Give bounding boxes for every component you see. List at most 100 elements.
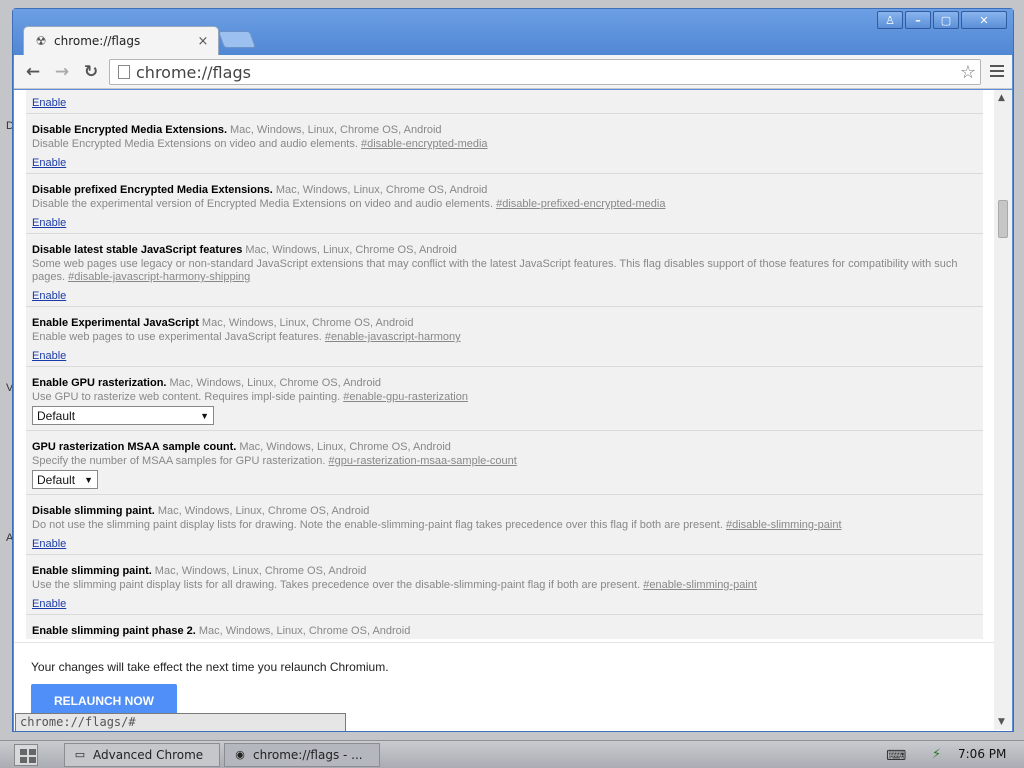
folder-icon: ▭ [74, 748, 86, 761]
select-value: Default [37, 408, 76, 423]
tab-close-button[interactable]: × [196, 34, 210, 49]
flag-description: Enable web pages to use experimental Jav… [32, 331, 977, 344]
keyboard-icon[interactable]: ⌨ [886, 748, 906, 764]
flag-description: Use GPU to rasterize web content. Requir… [32, 391, 977, 404]
flag-description-text: Do not use the slimming paint display li… [32, 519, 723, 531]
grid-icon [20, 749, 27, 755]
bookmark-star-icon[interactable]: ☆ [960, 62, 976, 83]
taskbar-item-chrome-flags[interactable]: ◉ chrome://flags - ... [224, 743, 380, 767]
flag-anchor-link[interactable]: #disable-javascript-harmony-shipping [68, 271, 250, 283]
flag-platforms: Mac, Windows, Linux, Chrome OS, Android [198, 625, 411, 637]
chevron-down-icon: ▼ [200, 410, 209, 421]
flag-title: Disable latest stable JavaScript feature… [32, 244, 243, 256]
flag-enable-link[interactable]: Enable [32, 97, 66, 109]
task-label: Advanced Chrome [93, 748, 204, 762]
user-icon[interactable]: ♙ [877, 11, 903, 29]
title-bar[interactable]: ♙ – ▢ ✕ ☢ chrome://flags × [13, 9, 1013, 57]
flag-enable-link[interactable]: Enable [32, 290, 66, 302]
flag-description: Disable Encrypted Media Extensions on vi… [32, 138, 977, 151]
flag-select[interactable]: Default ▼ [32, 470, 98, 489]
flag-anchor-link[interactable]: #disable-prefixed-encrypted-media [496, 198, 665, 210]
flags-list: Enable Disable Encrypted Media Extensions… [26, 90, 983, 639]
flag-enable-link[interactable]: Enable [32, 538, 66, 550]
reload-button[interactable]: ↻ [80, 61, 102, 83]
flag-platforms: Mac, Windows, Linux, Chrome OS, Android [230, 124, 442, 136]
status-bubble: chrome://flags/# [15, 713, 346, 731]
window-controls: ♙ – ▢ ✕ [877, 11, 1007, 29]
select-value: Default [37, 472, 76, 487]
flag-title: Enable Experimental JavaScript [32, 317, 199, 329]
maximize-button[interactable]: ▢ [933, 11, 959, 29]
start-menu-button[interactable] [14, 744, 38, 766]
scroll-down-icon[interactable]: ▼ [998, 717, 1005, 727]
flag-platforms: Mac, Windows, Linux, Chrome OS, Android [275, 184, 488, 196]
flag-description: Some web pages use legacy or non-standar… [32, 258, 977, 284]
forward-button[interactable]: → [51, 61, 73, 83]
flag-title: GPU rasterization MSAA sample count. [32, 441, 237, 453]
flag-anchor-link[interactable]: #disable-slimming-paint [726, 519, 842, 531]
flag-title: Enable slimming paint phase 2. [32, 625, 196, 637]
grid-icon [29, 757, 36, 763]
grid-icon [29, 749, 36, 755]
menu-button[interactable] [988, 62, 1006, 80]
tab-title: chrome://flags [54, 34, 141, 48]
flag-platforms: Mac, Windows, Linux, Chrome OS, Android [169, 377, 382, 389]
flag-select[interactable]: Default ▼ [32, 406, 214, 425]
flag-description-text: Specify the number of MSAA samples for G… [32, 455, 326, 467]
flag-description-text: Disable the experimental version of Encr… [32, 198, 494, 210]
taskbar: ▭ Advanced Chrome ◉ chrome://flags - ...… [0, 740, 1024, 768]
flag-anchor-link[interactable]: #disable-encrypted-media [361, 138, 488, 150]
menu-bar-icon [990, 75, 1004, 77]
flag-title: Enable GPU rasterization. [32, 377, 167, 389]
taskbar-item-advanced-chrome[interactable]: ▭ Advanced Chrome [64, 743, 220, 767]
page-content: Enable Disable Encrypted Media Extensions… [14, 90, 1012, 731]
flag-anchor-link[interactable]: #enable-gpu-rasterization [343, 391, 468, 403]
flag-entry: Enable Experimental JavaScript Mac, Windo… [26, 307, 983, 367]
flag-anchor-link[interactable]: #enable-slimming-paint [643, 579, 757, 591]
address-bar[interactable]: chrome://flags ☆ [109, 59, 981, 85]
flag-entry: Enable slimming paint phase 2. Mac, Windo… [26, 615, 983, 639]
scroll-up-icon[interactable]: ▲ [998, 93, 1005, 103]
clock[interactable]: 7:06 PM [958, 747, 1006, 761]
flag-description-text: Use GPU to rasterize web content. Requir… [32, 391, 341, 403]
chromium-icon: ◉ [235, 748, 245, 761]
flag-platforms: Mac, Windows, Linux, Chrome OS, Android [201, 317, 414, 329]
flag-description: Use the slimming paint display lists for… [32, 579, 977, 592]
flag-title: Disable Encrypted Media Extensions. [32, 124, 228, 136]
browser-window: ♙ – ▢ ✕ ☢ chrome://flags × ← → ↻ chrome:… [12, 8, 1014, 732]
flag-description: Do not use the slimming paint display li… [32, 519, 977, 532]
menu-bar-icon [990, 65, 1004, 67]
network-icon[interactable]: ⚡ [932, 747, 941, 762]
flag-title: Enable slimming paint. [32, 565, 152, 577]
flag-enable-link[interactable]: Enable [32, 598, 66, 610]
flag-description-text: Disable Encrypted Media Extensions on vi… [32, 138, 358, 150]
tab-flags[interactable]: ☢ chrome://flags × [23, 26, 219, 55]
close-window-button[interactable]: ✕ [961, 11, 1007, 29]
flag-platforms: Mac, Windows, Linux, Chrome OS, Android [245, 244, 457, 256]
radioactive-icon: ☢ [35, 34, 47, 48]
minimize-button[interactable]: – [905, 11, 931, 29]
flag-entry: GPU rasterization MSAA sample count. Mac,… [26, 431, 983, 495]
flag-enable-link[interactable]: Enable [32, 217, 66, 229]
flag-entry: Enable [26, 90, 983, 114]
flag-description: Specify the number of MSAA samples for G… [32, 455, 977, 468]
back-button[interactable]: ← [22, 61, 44, 83]
page-icon [118, 65, 130, 79]
flag-description: Disable the experimental version of Encr… [32, 198, 977, 211]
relaunch-message: Your changes will take effect the next t… [31, 660, 389, 674]
flag-description-text: Use the slimming paint display lists for… [32, 579, 641, 591]
flag-entry: Enable GPU rasterization. Mac, Windows, L… [26, 367, 983, 431]
new-tab-button[interactable] [217, 31, 257, 48]
task-label: chrome://flags - ... [253, 748, 363, 762]
flag-anchor-link[interactable]: #gpu-rasterization-msaa-sample-count [329, 455, 517, 467]
flag-enable-link[interactable]: Enable [32, 350, 66, 362]
flag-entry: Disable latest stable JavaScript feature… [26, 234, 983, 307]
menu-bar-icon [990, 70, 1004, 72]
url-text[interactable]: chrome://flags [136, 63, 960, 82]
flag-enable-link[interactable]: Enable [32, 157, 66, 169]
flag-anchor-link[interactable]: #enable-javascript-harmony [325, 331, 461, 343]
vertical-scrollbar[interactable]: ▲ ▼ [994, 90, 1012, 730]
flag-description-text: Enable web pages to use experimental Jav… [32, 331, 322, 343]
flag-entry: Disable prefixed Encrypted Media Extensi… [26, 174, 983, 234]
scrollbar-thumb[interactable] [998, 200, 1008, 238]
